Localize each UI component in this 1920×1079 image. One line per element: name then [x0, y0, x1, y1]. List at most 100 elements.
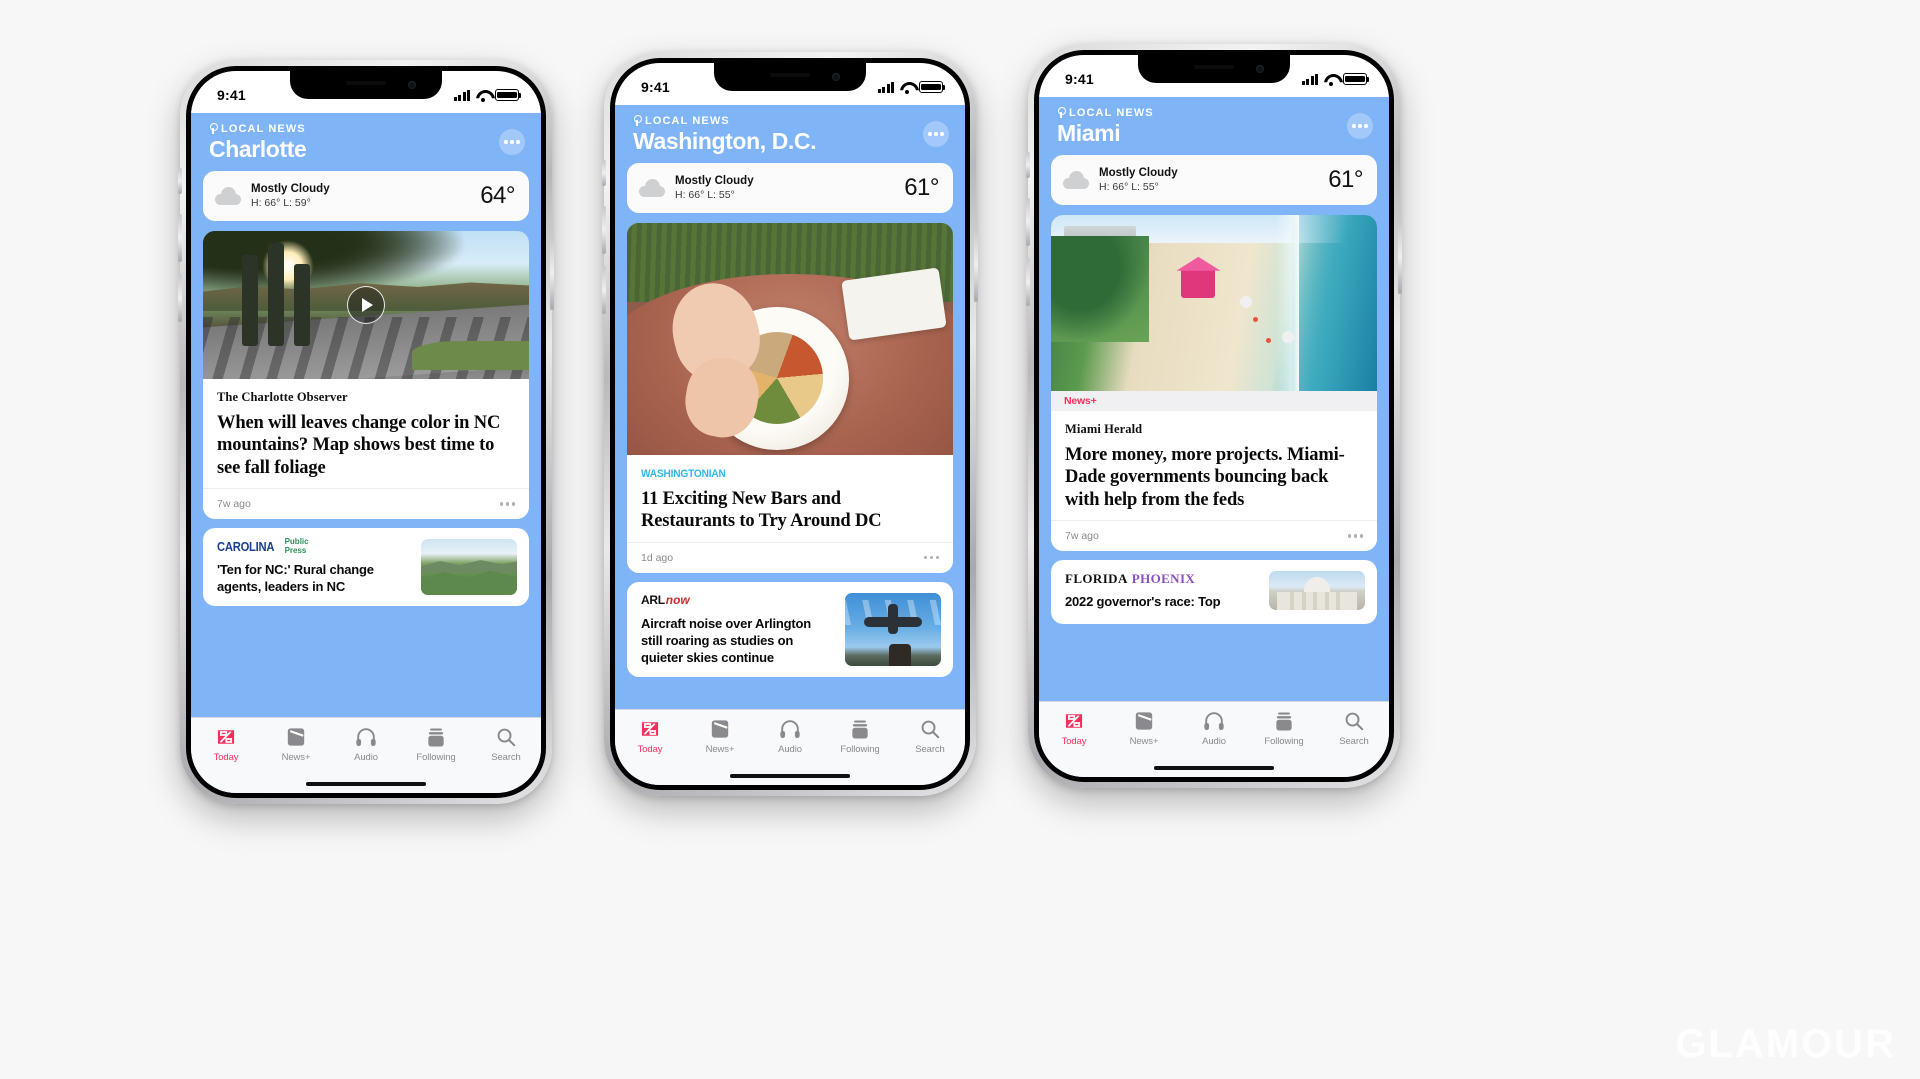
tab-following[interactable]: Following — [825, 718, 895, 755]
tab-audio[interactable]: Audio — [1179, 710, 1249, 747]
volume-up-button-1[interactable] — [178, 214, 182, 262]
status-time: 9:41 — [641, 79, 670, 95]
weather-widget-2[interactable]: Mostly Cloudy H: 66° L: 55° 61° — [627, 163, 953, 213]
article-card-hero-2[interactable]: WASHINGTONIAN 11 Exciting New Bars and R… — [627, 223, 953, 573]
tab-following[interactable]: Following — [1249, 710, 1319, 747]
publisher-masthead: FLORIDA PHOENIX — [1065, 571, 1259, 586]
home-indicator-1[interactable] — [306, 781, 426, 786]
weather-temperature: 64° — [480, 182, 515, 209]
tab-following[interactable]: Following — [401, 726, 471, 763]
news-plus-label: News+ — [1064, 395, 1097, 407]
home-indicator-3[interactable] — [1154, 765, 1274, 770]
cloud-icon — [1063, 171, 1089, 189]
article-headline: 11 Exciting New Bars and Restaurants to … — [641, 489, 882, 532]
power-button-1[interactable] — [550, 236, 554, 310]
device-bezel-2: 9:41 LOCAL NEWS Washington, D.C. Mostly … — [610, 58, 970, 790]
tab-search[interactable]: Search — [1319, 710, 1389, 747]
news-feed-3[interactable]: LOCAL NEWS Miami Mostly Cloudy H: 66° L:… — [1039, 97, 1389, 777]
device-bezel-3: 9:41 LOCAL NEWS Miami Mostly Cloudy H: 6… — [1034, 50, 1394, 782]
cellular-bars-icon — [877, 81, 894, 93]
screenshot-stage: 9:41 LOCAL NEWS Charlotte Mostly Cloudy … — [0, 0, 1920, 1079]
publisher-masthead: WASHINGTONIAN — [641, 466, 939, 481]
device-bezel-1: 9:41 LOCAL NEWS Charlotte Mostly Cloudy … — [186, 66, 546, 798]
article-hero-image — [627, 223, 953, 455]
tab-label: Today — [1061, 736, 1087, 747]
volume-up-button-2[interactable] — [602, 206, 606, 254]
local-news-header-2: LOCAL NEWS Washington, D.C. — [625, 105, 955, 163]
weather-high-low: H: 66° L: 59° — [251, 197, 311, 210]
more-options-icon[interactable] — [923, 556, 939, 560]
publisher-masthead: The Charlotte Observer — [217, 390, 515, 405]
cellular-bars-icon — [453, 89, 470, 101]
headphones-icon — [779, 718, 801, 740]
tab-label: Audio — [1202, 736, 1226, 747]
tab-today[interactable]: Today — [191, 726, 261, 763]
news-feed-1[interactable]: LOCAL NEWS Charlotte Mostly Cloudy H: 66… — [191, 113, 541, 793]
news-feed-2[interactable]: LOCAL NEWS Washington, D.C. Mostly Cloud… — [615, 105, 965, 785]
kicker-label: LOCAL NEWS — [1069, 107, 1154, 119]
mute-switch-1[interactable] — [178, 168, 182, 194]
tab-search[interactable]: Search — [471, 726, 541, 763]
article-headline: 'Ten for NC:' Rural change agents, leade… — [217, 562, 374, 595]
volume-down-button-1[interactable] — [178, 274, 182, 322]
tab-label: Search — [491, 752, 521, 763]
page-title: Miami — [1057, 120, 1121, 146]
more-options-icon[interactable] — [923, 121, 949, 147]
cloud-icon — [215, 187, 241, 205]
publisher-masthead: ARL now — [641, 593, 835, 608]
article-card-hero-1[interactable]: The Charlotte Observer When will leaves … — [203, 231, 529, 520]
news-plus-banner: News+ — [1051, 391, 1377, 411]
tab-label: Today — [637, 744, 663, 755]
battery-full-icon — [495, 89, 521, 101]
mute-switch-2[interactable] — [602, 160, 606, 186]
article-footer: 1d ago — [627, 541, 953, 573]
article-card-compact-1[interactable]: CAROLINA Public Press 'Ten for NC:' Rura… — [203, 528, 529, 607]
news-plus-badge: News+ — [1063, 395, 1097, 407]
tab-today[interactable]: Today — [615, 718, 685, 755]
tab-label: Following — [840, 744, 880, 755]
power-button-2[interactable] — [974, 228, 978, 302]
tab-audio[interactable]: Audio — [331, 726, 401, 763]
headphones-icon — [1203, 710, 1225, 732]
home-indicator-2[interactable] — [730, 773, 850, 778]
status-indicators — [1301, 67, 1369, 86]
volume-up-button-3[interactable] — [1026, 198, 1030, 246]
article-headline: When will leaves change color in NC moun… — [217, 413, 501, 478]
local-news-kicker-3: LOCAL NEWS — [1057, 107, 1154, 119]
weather-widget-3[interactable]: Mostly Cloudy H: 66° L: 55° 61° — [1051, 155, 1377, 205]
book-icon — [710, 718, 730, 740]
mute-switch-3[interactable] — [1026, 152, 1030, 178]
earpiece-speaker-icon — [346, 81, 386, 85]
article-card-compact-2[interactable]: ARL now Aircraft noise over Arlington st… — [627, 581, 953, 678]
article-timestamp: 7w ago — [1065, 530, 1099, 543]
tab-news-plus[interactable]: News+ — [261, 726, 331, 763]
masthead-sub: PHOENIX — [1131, 571, 1196, 587]
article-card-compact-3[interactable]: FLORIDA PHOENIX 2022 governor's race: To… — [1051, 560, 1377, 625]
tab-news-plus[interactable]: News+ — [1109, 710, 1179, 747]
article-card-hero-3[interactable]: News+ Miami Herald More money, more proj… — [1051, 215, 1377, 552]
weather-widget-1[interactable]: Mostly Cloudy H: 66° L: 59° 64° — [203, 171, 529, 221]
weather-condition: Mostly Cloudy — [251, 182, 330, 195]
tab-today[interactable]: Today — [1039, 710, 1109, 747]
tab-news-plus[interactable]: News+ — [685, 718, 755, 755]
play-button-icon[interactable] — [347, 286, 385, 324]
device-screen-3: 9:41 LOCAL NEWS Miami Mostly Cloudy H: 6… — [1039, 55, 1389, 777]
headphones-icon — [355, 726, 377, 748]
volume-down-button-3[interactable] — [1026, 258, 1030, 306]
weather-high-low: H: 66° L: 55° — [1099, 181, 1159, 194]
weather-text-3: Mostly Cloudy H: 66° L: 55° — [1099, 166, 1178, 195]
more-options-icon[interactable] — [1347, 534, 1363, 538]
local-news-header-3: LOCAL NEWS Miami — [1049, 97, 1379, 155]
device-screen-1: 9:41 LOCAL NEWS Charlotte Mostly Cloudy … — [191, 71, 541, 793]
power-button-3[interactable] — [1398, 220, 1402, 294]
more-options-icon[interactable] — [499, 502, 515, 506]
volume-down-button-2[interactable] — [602, 266, 606, 314]
tab-audio[interactable]: Audio — [755, 718, 825, 755]
masthead-label: Miami Herald — [1065, 422, 1143, 436]
more-options-icon[interactable] — [1347, 113, 1373, 139]
masthead-sub: now — [665, 592, 690, 607]
tab-label: Search — [1339, 736, 1369, 747]
more-options-icon[interactable] — [499, 129, 525, 155]
tab-search[interactable]: Search — [895, 718, 965, 755]
device-screen-2: 9:41 LOCAL NEWS Washington, D.C. Mostly … — [615, 63, 965, 785]
